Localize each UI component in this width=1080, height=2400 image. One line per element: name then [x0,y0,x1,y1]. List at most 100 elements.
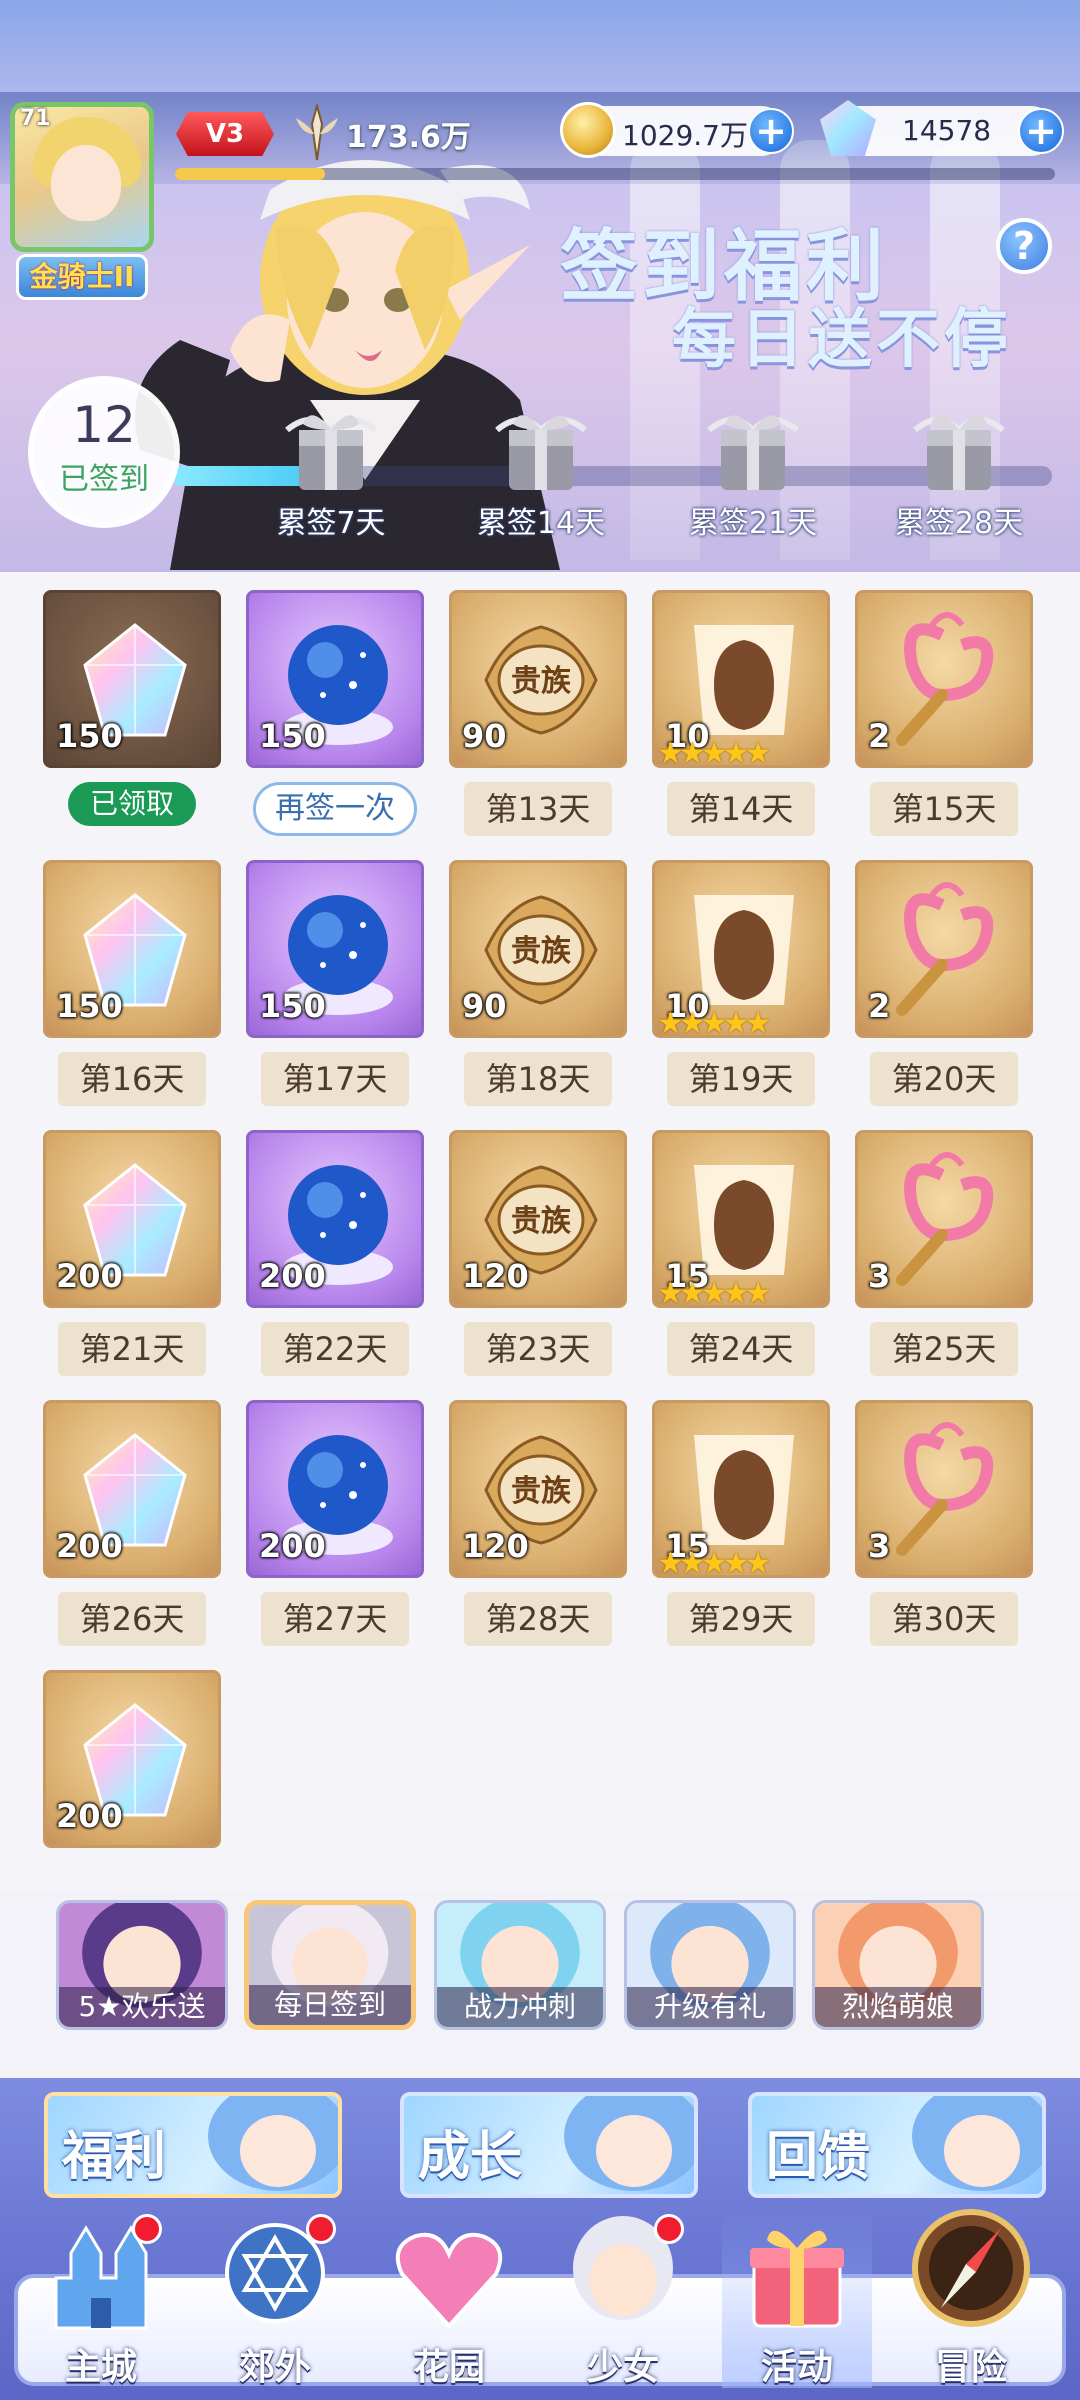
milestone-gift-4[interactable]: 累签28天 [874,400,1044,542]
reward-cell[interactable]: 10 ★★★★★ 第19天 [652,860,830,1106]
reward-item-tile[interactable]: 10 ★★★★★ [652,590,830,771]
reward-item-tile[interactable]: 200 [246,1400,424,1578]
reward-item-tile[interactable]: 200 [43,1130,221,1308]
event-tab-strip: 5★欢乐送 每日签到 战力冲刺 升级有礼 烈焰萌娘 [0,1892,1080,2078]
nav-item[interactable]: 主城 [26,2208,176,2388]
reward-cell[interactable]: 15 ★★★★★ 第29天 [652,1400,830,1646]
reward-cell[interactable]: 200 [43,1670,221,1848]
reward-cell[interactable]: 200 第22天 [246,1130,424,1376]
reward-item-tile[interactable]: 贵族 90 [449,590,627,768]
category-label: 福利 [62,2127,167,2187]
reward-cell[interactable]: 贵族 120 第28天 [449,1400,627,1646]
reward-item-tile[interactable]: 150 [246,860,424,1038]
nav-item-label: 冒险 [934,2347,1007,2388]
reward-cell[interactable]: 3 第25天 [855,1130,1033,1376]
category-tab[interactable]: 成长 [400,2092,698,2198]
event-tab[interactable]: 升级有礼 [624,1900,796,2030]
diamond-currency: 14578 + [820,100,1064,156]
reward-cell[interactable]: 200 第26天 [43,1400,221,1646]
reward-cell[interactable]: 2 第15天 [855,590,1033,836]
milestone-gift-1[interactable]: 累签7天 [246,400,416,542]
reward-cell[interactable]: 150 第16天 [43,860,221,1106]
player-rank-badge: 金骑士II [16,254,148,300]
reward-cell[interactable]: 200 第27天 [246,1400,424,1646]
reward-item-tile[interactable]: 3 [855,1400,1033,1578]
heart-wand-icon [896,1422,994,1556]
nav-item[interactable]: 花园 [374,2208,524,2388]
reward-item-tile[interactable]: 200 [43,1670,221,1848]
reward-item-tile[interactable]: 150 [246,590,424,768]
reward-item-tile[interactable]: 200 [43,1400,221,1578]
reward-quantity: 150 [259,717,326,755]
reward-item-tile[interactable]: 150 [43,860,221,1038]
reward-cell[interactable]: 10 ★★★★★ 第14天 [652,590,830,836]
category-tab[interactable]: 福利 [44,2092,342,2198]
event-tab[interactable]: 战力冲刺 [434,1900,606,2030]
reward-quantity: 120 [462,1527,529,1565]
reward-quantity: 90 [462,987,507,1025]
heart-wand-icon [896,612,994,746]
help-icon[interactable]: ? [996,218,1052,274]
banner-subtitle: 每日送不停 [672,303,1012,377]
heart-icon [395,2232,503,2329]
heart-wand-icon [896,1152,994,1286]
category-character-art [564,2096,694,2191]
event-tab-label: 战力冲刺 [437,1987,603,2027]
milestone-gift-3[interactable]: 累签21天 [668,400,838,542]
day-label: 第22天 [261,1322,409,1376]
silver-gift-icon [707,415,799,490]
day-label: 第18天 [464,1052,612,1106]
reward-item-tile[interactable]: 贵族 120 [449,1400,627,1578]
event-tab-label: 升级有礼 [627,1987,793,2027]
category-tab[interactable]: 回馈 [748,2092,1046,2198]
event-tab[interactable]: 5★欢乐送 [56,1900,228,2030]
vip-badge[interactable]: V3 [176,112,274,156]
day-label: 第13天 [464,782,612,836]
add-gold-button[interactable]: + [748,108,794,154]
reward-cell[interactable]: 3 第30天 [855,1400,1033,1646]
reward-item-tile[interactable]: 2 [855,860,1033,1038]
signed-days-counter: 12 已签到 [28,376,180,528]
nav-item[interactable]: 郊外 [200,2208,350,2388]
noble-badge-text: 贵族 [511,664,572,699]
event-tab-label: 烈焰萌娘 [815,1987,981,2027]
event-tab[interactable]: 每日签到 [244,1900,416,2030]
day-label: 第15天 [870,782,1018,836]
reward-item-tile[interactable]: 15 ★★★★★ [652,1400,830,1581]
reward-item-tile[interactable]: 贵族 120 [449,1130,627,1308]
reward-cell[interactable]: 150 第17天 [246,860,424,1106]
silver-gift-icon [495,415,587,490]
signed-days-count: 12 [72,396,136,454]
reward-item-tile[interactable]: 10 ★★★★★ [652,860,830,1041]
nav-item[interactable]: 活动 [722,2208,872,2388]
reward-cell[interactable]: 15 ★★★★★ 第24天 [652,1130,830,1376]
reward-cell[interactable]: 贵族 90 第13天 [449,590,627,836]
resign-button[interactable]: 再签一次 [253,782,417,836]
reward-item-tile[interactable]: 200 [246,1130,424,1308]
reward-quantity: 200 [56,1797,123,1835]
reward-cell[interactable]: 2 第20天 [855,860,1033,1106]
reward-cell[interactable]: 贵族 120 第23天 [449,1130,627,1376]
nav-item[interactable]: 冒险 [896,2208,1046,2388]
reward-quantity: 200 [56,1527,123,1565]
milestone-gift-2[interactable]: 累签14天 [456,400,626,542]
add-diamond-button[interactable]: + [1018,108,1064,154]
reward-item-tile[interactable]: 150 [43,590,221,768]
reward-item-tile[interactable]: 15 ★★★★★ [652,1130,830,1311]
gold-coin-icon [560,102,616,158]
nav-item[interactable]: 少女 [548,2208,698,2388]
reward-cell[interactable]: 150 已领取 [43,590,221,826]
gold-amount: 1029.7万 [622,119,748,152]
avatar-face [51,145,121,221]
reward-cell[interactable]: 200 第21天 [43,1130,221,1376]
reward-item-tile[interactable]: 2 [855,590,1033,768]
reward-quantity: 200 [259,1527,326,1565]
event-tab[interactable]: 烈焰萌娘 [812,1900,984,2030]
reward-cell[interactable]: 贵族 90 第18天 [449,860,627,1106]
nav-item-label: 郊外 [238,2347,311,2388]
reward-quantity: 120 [462,1257,529,1295]
reward-item-tile[interactable]: 3 [855,1130,1033,1308]
reward-cell[interactable]: 150 再签一次 [246,590,424,836]
reward-item-tile[interactable]: 贵族 90 [449,860,627,1038]
daily-reward-grid: 150 已领取 150 再签一次 贵族 90 第13天 10 ★★★★★ 第14天 2 第1… [0,572,1080,1892]
